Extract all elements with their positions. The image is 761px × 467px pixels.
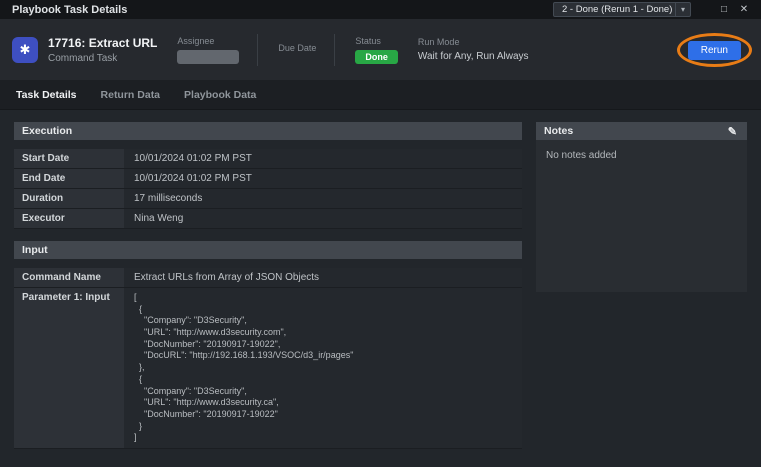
- row-value: 17 milliseconds: [124, 189, 522, 208]
- input-table: Command Name Extract URLs from Array of …: [14, 268, 522, 449]
- divider: [257, 34, 258, 66]
- rerun-button-wrap: Rerun: [688, 40, 741, 60]
- details-column: Execution Start Date 10/01/2024 01:02 PM…: [14, 122, 522, 455]
- notes-empty-text: No notes added: [546, 150, 617, 161]
- row-label: End Date: [14, 169, 124, 188]
- due-date-field: Due Date: [278, 43, 316, 57]
- run-mode-field: Run Mode Wait for Any, Run Always: [418, 37, 529, 62]
- row-value: Extract URLs from Array of JSON Objects: [124, 268, 522, 287]
- notes-title: Notes: [544, 125, 573, 137]
- tab-playbook-data[interactable]: Playbook Data: [172, 80, 268, 110]
- assignee-input[interactable]: [177, 50, 239, 64]
- tabbar: Task Details Return Data Playbook Data: [0, 80, 761, 110]
- row-value: Nina Weng: [124, 209, 522, 228]
- assignee-field: Assignee: [177, 36, 239, 64]
- divider: [334, 34, 335, 66]
- rerun-button[interactable]: Rerun: [688, 41, 741, 60]
- tab-task-details[interactable]: Task Details: [4, 80, 89, 110]
- status-label: Status: [355, 36, 398, 46]
- status-badge: Done: [355, 50, 398, 64]
- table-row: Parameter 1: Input [ { "Company": "D3Sec…: [14, 288, 522, 449]
- row-value: 10/01/2024 01:02 PM PST: [124, 169, 522, 188]
- titlebar-controls: 2 - Done (Rerun 1 - Done) ▾ □ ✕: [553, 0, 753, 19]
- table-row: Command Name Extract URLs from Array of …: [14, 268, 522, 288]
- notes-column: Notes ✎ No notes added: [536, 122, 747, 455]
- maximize-icon[interactable]: □: [715, 0, 733, 19]
- status-field: Status Done: [355, 36, 398, 64]
- table-row: End Date 10/01/2024 01:02 PM PST: [14, 169, 522, 189]
- content-area: Execution Start Date 10/01/2024 01:02 PM…: [0, 110, 761, 467]
- task-title-block: 17716: Extract URL Command Task: [48, 36, 157, 64]
- edit-notes-icon[interactable]: ✎: [728, 125, 739, 138]
- rerun-history-value: 2 - Done (Rerun 1 - Done): [562, 4, 672, 15]
- tab-return-data[interactable]: Return Data: [89, 80, 173, 110]
- window-buttons: □ ✕: [715, 0, 753, 19]
- window-title: Playbook Task Details: [12, 4, 127, 16]
- row-value: [ { "Company": "D3Security", "URL": "htt…: [124, 288, 522, 448]
- rerun-history-dropdown[interactable]: 2 - Done (Rerun 1 - Done) ▾: [553, 2, 691, 17]
- due-date-label: Due Date: [278, 43, 316, 53]
- row-label: Start Date: [14, 149, 124, 168]
- execution-section-header: Execution: [14, 122, 522, 140]
- row-value: 10/01/2024 01:02 PM PST: [124, 149, 522, 168]
- run-mode-value: Wait for Any, Run Always: [418, 51, 529, 62]
- table-row: Start Date 10/01/2024 01:02 PM PST: [14, 149, 522, 169]
- task-header: ✱ 17716: Extract URL Command Task Assign…: [0, 19, 761, 80]
- task-title: 17716: Extract URL: [48, 36, 157, 50]
- execution-table: Start Date 10/01/2024 01:02 PM PST End D…: [14, 149, 522, 229]
- input-section-header: Input: [14, 241, 522, 259]
- notes-body: No notes added: [536, 140, 747, 292]
- playbook-task-details-window: Playbook Task Details 2 - Done (Rerun 1 …: [0, 0, 761, 467]
- table-row: Executor Nina Weng: [14, 209, 522, 229]
- command-task-icon: ✱: [12, 37, 38, 63]
- titlebar: Playbook Task Details 2 - Done (Rerun 1 …: [0, 0, 761, 19]
- task-type-label: Command Task: [48, 53, 157, 64]
- close-icon[interactable]: ✕: [735, 0, 753, 19]
- row-label: Parameter 1: Input: [14, 288, 124, 448]
- row-label: Executor: [14, 209, 124, 228]
- assignee-label: Assignee: [177, 36, 239, 46]
- table-row: Duration 17 milliseconds: [14, 189, 522, 209]
- parameter-json-value: [ { "Company": "D3Security", "URL": "htt…: [134, 292, 512, 444]
- notes-section-header: Notes ✎: [536, 122, 747, 140]
- chevron-down-icon: ▾: [675, 3, 690, 16]
- row-label: Command Name: [14, 268, 124, 287]
- run-mode-label: Run Mode: [418, 37, 529, 47]
- row-label: Duration: [14, 189, 124, 208]
